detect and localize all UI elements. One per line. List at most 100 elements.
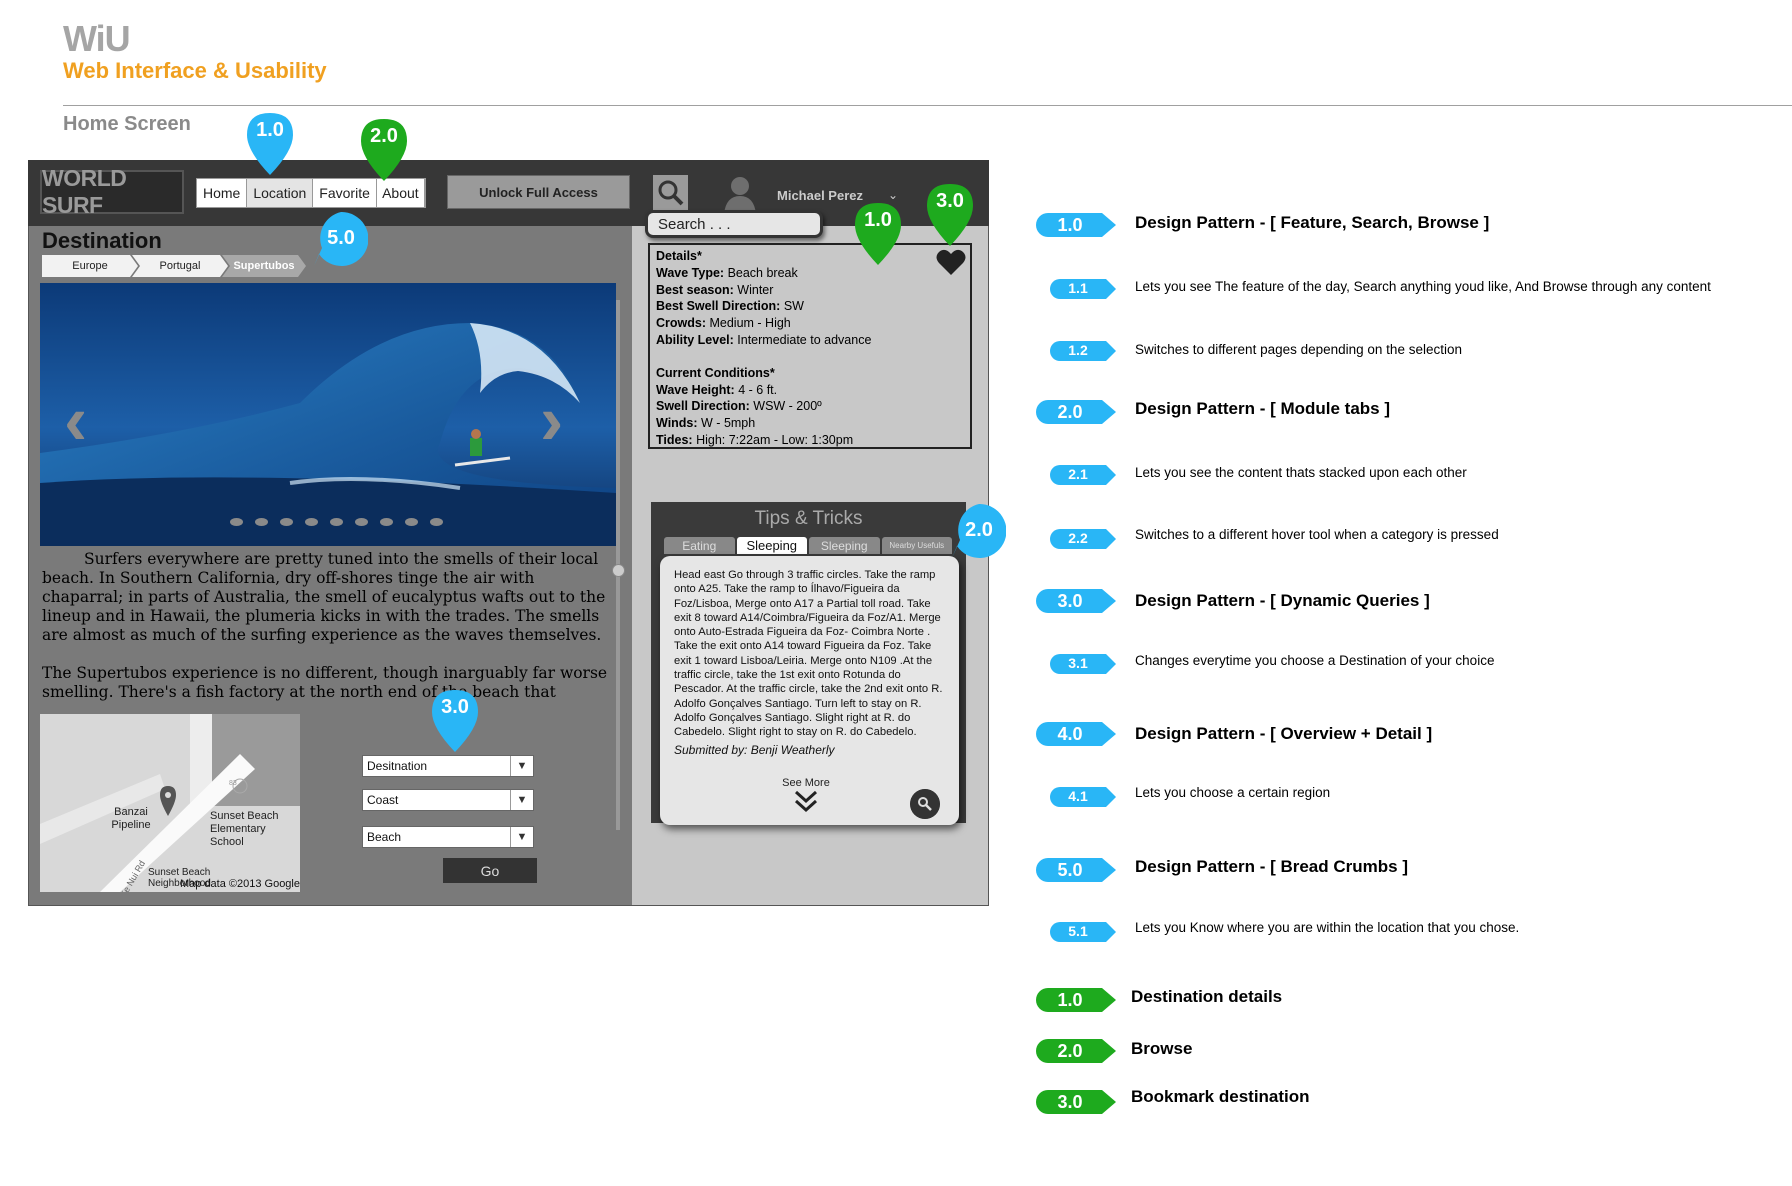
coast-select-value: Coast [367,793,399,807]
carousel-dot[interactable] [330,518,343,526]
legend-badge: 5.1 [1050,921,1116,943]
nav-location[interactable]: Location [247,179,314,207]
carousel-prev-icon[interactable]: ‹ [64,380,87,460]
nav-about[interactable]: About [376,179,425,207]
legend-heading: Design Pattern - [ Module tabs ] [1135,399,1391,418]
dropdown-arrow-icon[interactable]: ▼ [510,827,533,847]
coast-select[interactable]: Coast ▼ [362,789,534,811]
marker-pin: 2.0 [359,117,409,183]
carousel-dot[interactable] [355,518,368,526]
legend-description: Lets you Know where you are within the l… [1135,920,1520,935]
legend-heading: Design Pattern - [ Overview + Detail ] [1135,724,1433,743]
details-heading: Details* [656,249,702,263]
carousel-dot[interactable] [255,518,268,526]
legend-badge: 2.0 [1036,400,1116,424]
nav-home[interactable]: Home [197,179,248,207]
details-row: Ability Level: Intermediate to advance [656,332,872,347]
nav-favorite[interactable]: Favorite [313,179,377,207]
marker-pin: 3.0 [925,182,975,248]
dropdown-arrow-icon[interactable]: ▼ [510,790,533,810]
carousel-dot[interactable] [280,518,293,526]
breadcrumb-europe[interactable]: Europe [42,255,138,277]
legend-badge: 1.2 [1050,340,1116,362]
legend-heading: Browse [1131,1039,1193,1058]
tab-sleeping[interactable]: Sleeping [736,537,807,554]
marker-label: 3.0 [936,190,964,212]
legend-badge: 2.0 [1036,1039,1116,1063]
legend-heading: Design Pattern - [ Feature, Search, Brow… [1135,213,1490,232]
legend-description: Switches to a different hover tool when … [1135,527,1499,542]
carousel-dot[interactable] [230,518,243,526]
carousel-dots [230,518,443,526]
destination-select[interactable]: Desitnation ▼ [362,755,534,777]
avatar[interactable] [722,174,758,214]
map-label-pipeline: Banzai Pipeline [111,806,151,831]
marker-label: 3.0 [441,696,469,718]
map[interactable]: 83 Banzai Pipeline Sunset Beach Elementa… [40,714,300,892]
legend-badge: 1.1 [1050,278,1116,300]
legend-badge: 1.0 [1036,988,1116,1012]
tips-tabs: Eating Sleeping Sleeping Nearby Usefuls [664,537,954,554]
legend-description: Lets you see the content thats stacked u… [1135,465,1467,480]
article-text: Surfers everywhere are pretty tuned into… [42,550,612,702]
conditions-row: Winds: W - 5mph [656,416,756,431]
legend-description: Changes everytime you choose a Destinati… [1135,653,1495,668]
legend-badge: 4.0 [1036,722,1116,746]
legend-badge: 4.1 [1050,786,1116,808]
tips-title: Tips & Tricks [754,508,863,529]
carousel-dot[interactable] [305,518,318,526]
scrollbar-thumb[interactable] [612,564,625,577]
hero-image [40,283,616,546]
chevron-down-icon[interactable] [792,789,820,815]
conditions-row: Wave Height: 4 - 6 ft. [656,382,778,397]
go-button[interactable]: Go [443,858,537,883]
breadcrumb-supertubos[interactable]: Supertubos [222,255,306,277]
legend-heading: Design Pattern - [ Dynamic Queries ] [1135,591,1430,610]
legend-badge: 3.0 [1036,589,1116,613]
beach-select-value: Beach [367,830,402,844]
carousel-dot[interactable] [430,518,443,526]
marker-label: 1.0 [864,209,892,231]
carousel-next-icon[interactable]: › [540,380,563,460]
bookmark-heart-icon[interactable] [936,248,966,276]
see-more-link[interactable]: See More [760,777,852,789]
dropdown-arrow-icon[interactable]: ▼ [510,756,533,776]
tab-nearby-usefuls[interactable]: Nearby Usefuls [881,537,952,554]
screen-name: Home Screen [63,113,191,135]
unlock-button[interactable]: Unlock Full Access [447,175,630,209]
conditions-heading: Current Conditions* [656,365,775,380]
chevron-down-icon[interactable]: ⌄ [888,188,898,202]
user-name[interactable]: Michael Perez [777,188,863,203]
tips-text: Head east Go through 3 traffic circles. … [674,569,943,739]
destination-select-value: Desitnation [367,759,428,773]
breadcrumb-portugal[interactable]: Portugal [132,255,228,277]
conditions-row: Tides: High: 7:22am - Low: 1:30pm [656,432,854,447]
carousel-dot[interactable] [405,518,418,526]
carousel-dot[interactable] [380,518,393,526]
article-paragraph: Surfers everywhere are pretty tuned into… [42,550,606,644]
legend-heading: Destination details [1131,987,1283,1006]
search-button[interactable] [653,175,688,210]
page-title: Destination [42,228,162,253]
tab-sleeping-2[interactable]: Sleeping [809,537,880,554]
legend-description: Lets you see The feature of the day, Sea… [1135,279,1711,294]
search-icon[interactable] [910,789,940,819]
tab-eating[interactable]: Eating [664,537,735,554]
beach-select[interactable]: Beach ▼ [362,826,534,848]
marker-pin: 1.0 [853,201,903,267]
legend-badge: 3.0 [1036,1090,1116,1114]
article-paragraph: The Supertubos experience is no differen… [42,664,608,701]
details-row: Best Swell Direction: SW [656,299,804,314]
marker-pin: 1.0 [245,111,295,177]
marker-label: 2.0 [965,519,993,541]
details-spacer [656,349,964,365]
logo[interactable]: WORLD SURF [40,165,184,218]
details-row: Wave Type: Beach break [656,265,798,280]
map-pin-icon[interactable] [160,786,176,820]
legend-badge: 2.2 [1050,528,1116,550]
destination-details: Details* Wave Type: Beach break Best sea… [648,243,972,449]
marker-bubble: 5.0 [314,211,369,266]
search-input[interactable]: Search . . . [645,210,823,238]
legend-description: Switches to different pages depending on… [1135,342,1462,357]
tips-submitted-by: Submitted by: Benji Weatherly [674,743,835,757]
